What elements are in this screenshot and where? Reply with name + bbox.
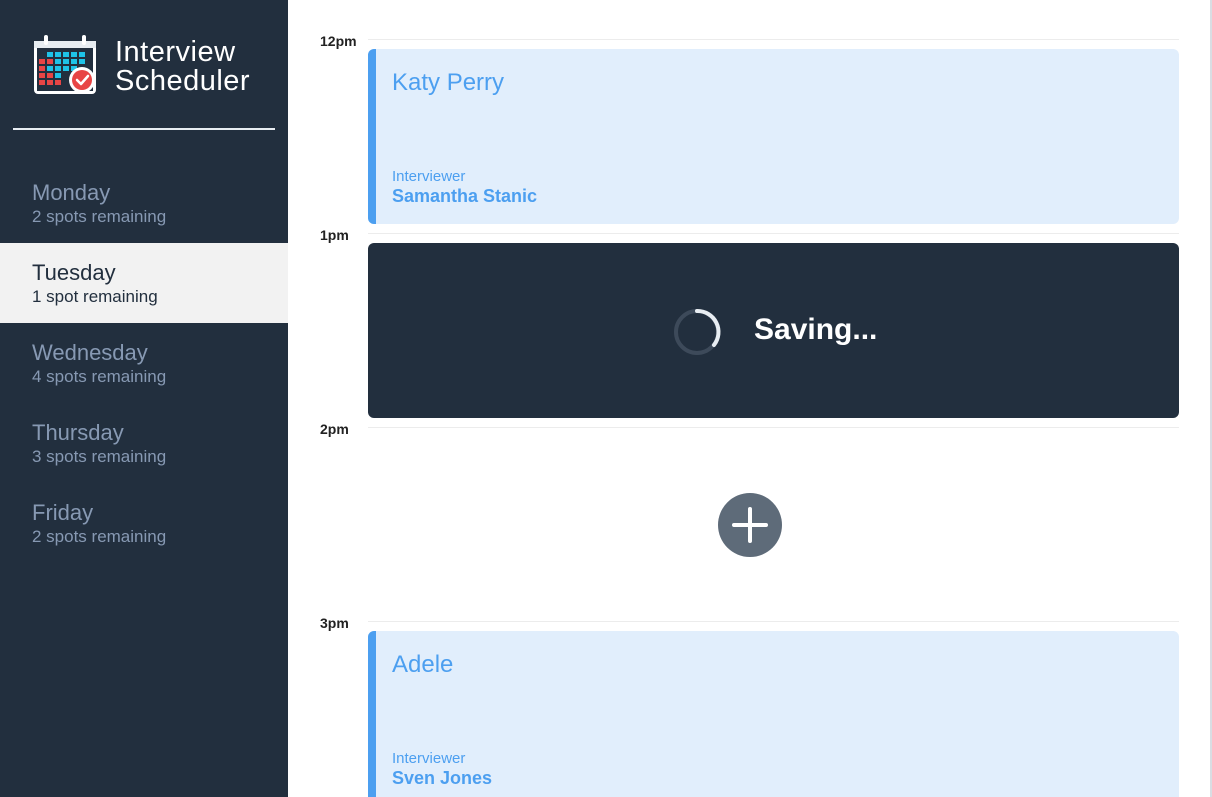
app-title: Interview Scheduler [115, 34, 250, 96]
schedule: 12pm Katy Perry Interviewer Samantha Sta… [288, 0, 1212, 797]
student-name: Katy Perry [392, 69, 505, 96]
interviewer-label: Interviewer [392, 168, 466, 185]
appointment-accent [368, 631, 376, 797]
day-name: Wednesday [32, 340, 148, 365]
interviewer-label: Interviewer [392, 750, 466, 767]
day-name: Thursday [32, 420, 124, 445]
calendar-check-icon [34, 35, 96, 94]
day-name: Monday [32, 180, 111, 205]
slot-separator [368, 39, 1179, 40]
app-title-line1: Interview [115, 36, 236, 68]
day-name: Tuesday [32, 260, 116, 285]
saving-status-card: Saving... [368, 243, 1179, 418]
slot-time-label: 2pm [320, 421, 349, 437]
slot-time-label: 1pm [320, 227, 349, 243]
student-name: Adele [392, 651, 454, 678]
loading-spinner-icon [674, 308, 721, 355]
day-name: Friday [32, 500, 94, 525]
plus-icon [732, 507, 768, 543]
day-item-wednesday[interactable]: Wednesday 4 spots remaining [0, 323, 288, 403]
appointment-card[interactable]: Adele Interviewer Sven Jones [368, 631, 1179, 797]
slot-time-label: 3pm [320, 615, 349, 631]
saving-message: Saving... [754, 313, 878, 346]
day-item-thursday[interactable]: Thursday 3 spots remaining [0, 403, 288, 483]
day-item-monday[interactable]: Monday 2 spots remaining [0, 163, 288, 243]
day-list: Monday 2 spots remaining Tuesday 1 spot … [0, 163, 288, 563]
day-spots: 3 spots remaining [32, 447, 167, 466]
sidebar-divider [13, 128, 275, 130]
app-title-line2: Scheduler [115, 65, 251, 97]
app-logo: Interview Scheduler [32, 34, 272, 98]
appointment-card[interactable]: Katy Perry Interviewer Samantha Stanic [368, 49, 1179, 224]
day-spots: 2 spots remaining [32, 527, 167, 546]
day-spots: 1 spot remaining [32, 287, 158, 306]
appointment-accent [368, 49, 376, 224]
slot-separator [368, 427, 1179, 428]
day-item-friday[interactable]: Friday 2 spots remaining [0, 483, 288, 563]
interviewer-name: Samantha Stanic [392, 186, 538, 206]
slot-separator [368, 621, 1179, 622]
day-spots: 4 spots remaining [32, 367, 167, 386]
day-spots: 2 spots remaining [32, 207, 167, 226]
interviewer-name: Sven Jones [392, 768, 493, 788]
day-item-tuesday[interactable]: Tuesday 1 spot remaining [0, 243, 288, 323]
slot-time-label: 12pm [320, 33, 357, 49]
add-appointment-button[interactable] [718, 493, 782, 557]
sidebar: Interview Scheduler Monday 2 spots remai… [0, 0, 288, 797]
slot-separator [368, 233, 1179, 234]
